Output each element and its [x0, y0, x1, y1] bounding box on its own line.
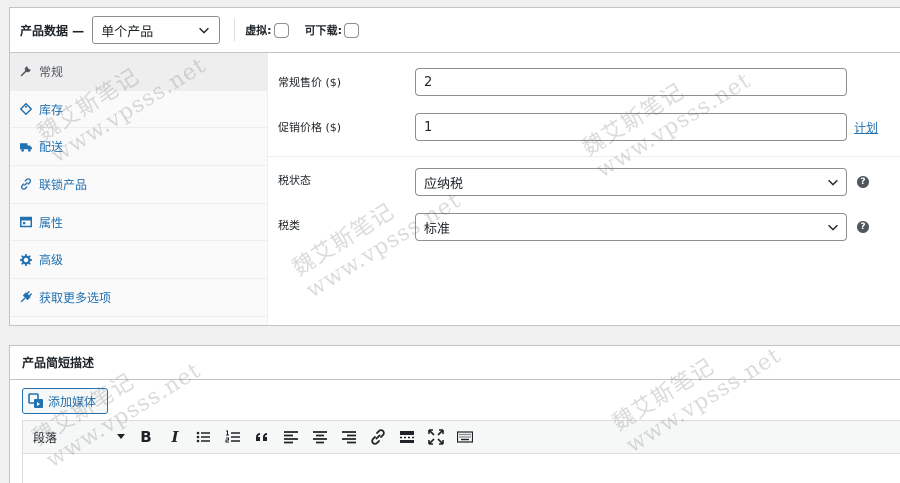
- caret-down-icon: [117, 434, 125, 439]
- link-icon: [20, 178, 32, 191]
- tab-label: 库存: [39, 102, 64, 117]
- chevron-down-icon: [199, 27, 210, 34]
- fields-divider: [268, 156, 900, 157]
- bold-button[interactable]: B: [134, 425, 158, 449]
- help-icon[interactable]: ?: [857, 221, 869, 233]
- bullet-list-icon: [196, 431, 210, 443]
- plugin-icon: [20, 291, 32, 303]
- tab-shipping[interactable]: 配送: [10, 128, 267, 167]
- tab-inventory[interactable]: 库存: [10, 91, 267, 129]
- align-center-button[interactable]: [308, 425, 332, 449]
- fullscreen-button[interactable]: [424, 425, 448, 449]
- tax-class-value: 标准: [424, 221, 451, 237]
- tab-label: 配送: [39, 140, 64, 155]
- align-right-button[interactable]: [337, 425, 361, 449]
- tax-class-select[interactable]: 标准: [415, 213, 847, 241]
- tab-label: 高级: [39, 253, 64, 268]
- tax-class-row: 税类 标准 ?: [268, 213, 900, 241]
- add-media-label: 添加媒体: [48, 394, 97, 409]
- align-right-icon: [342, 431, 356, 444]
- wrench-icon: [20, 65, 32, 77]
- tab-linked-products[interactable]: 联锁产品: [10, 166, 267, 204]
- tab-label: 属性: [39, 215, 64, 230]
- align-center-icon: [313, 431, 327, 444]
- format-select[interactable]: 段落: [29, 427, 129, 447]
- bullet-list-button[interactable]: [192, 425, 216, 449]
- regular-price-row: 常规售价 ($) 2: [268, 68, 900, 96]
- tax-class-label: 税类: [278, 219, 300, 232]
- sale-price-label: 促销价格 ($): [278, 121, 342, 134]
- truck-icon: [20, 141, 32, 153]
- tab-get-more-options[interactable]: 获取更多选项: [10, 279, 267, 317]
- tax-status-row: 税状态 应纳税 ?: [268, 168, 900, 196]
- tax-status-label: 税状态: [278, 174, 311, 187]
- keyboard-icon: [457, 431, 473, 443]
- tab-label: 获取更多选项: [39, 290, 112, 305]
- add-media-button[interactable]: 添加媒体: [22, 388, 108, 414]
- tab-general[interactable]: 常规: [10, 53, 267, 91]
- product-data-tabs: 常规 库存 配送 联锁产品 属性 高级 获取更多选项: [10, 53, 268, 325]
- sale-price-input[interactable]: 1: [415, 113, 847, 141]
- table-icon: [20, 216, 32, 228]
- italic-icon: I: [171, 428, 179, 446]
- align-left-icon: [284, 431, 298, 444]
- blockquote-button[interactable]: [250, 425, 274, 449]
- product-data-header: 产品数据 — 单个产品 虚拟: 可下载:: [10, 8, 900, 53]
- toolbar-toggle-button[interactable]: [453, 425, 477, 449]
- bold-icon: B: [140, 428, 152, 446]
- product-type-select[interactable]: 单个产品: [92, 16, 221, 44]
- read-more-icon: [400, 431, 414, 443]
- product-type-value: 单个产品: [101, 24, 154, 40]
- general-fields: 常规售价 ($) 2 促销价格 ($) 1 计划 税状态 应纳税 ? 税类 标准…: [268, 53, 900, 325]
- regular-price-label: 常规售价 ($): [278, 76, 342, 89]
- numbered-list-icon: [225, 430, 240, 443]
- chevron-down-icon: [828, 224, 838, 231]
- tab-attributes[interactable]: 属性: [10, 204, 267, 242]
- editor-toolbar: 段落 B I: [22, 420, 900, 454]
- header-divider: [234, 19, 236, 41]
- quote-icon: [256, 433, 267, 441]
- downloadable-label: 可下载:: [304, 24, 342, 37]
- sale-price-row: 促销价格 ($) 1 计划: [268, 113, 900, 141]
- product-data-body: 常规 库存 配送 联锁产品 属性 高级 获取更多选项 常规售价 ($) 2 促销…: [10, 53, 900, 325]
- fullscreen-icon: [428, 429, 444, 445]
- align-left-button[interactable]: [279, 425, 303, 449]
- short-description-editor[interactable]: [22, 454, 900, 483]
- chevron-down-icon: [828, 179, 838, 186]
- tab-advanced[interactable]: 高级: [10, 241, 267, 280]
- read-more-button[interactable]: [395, 425, 419, 449]
- schedule-link[interactable]: 计划: [854, 119, 878, 136]
- tab-label: 常规: [39, 64, 64, 79]
- help-icon[interactable]: ?: [857, 176, 869, 188]
- regular-price-input[interactable]: 2: [415, 68, 847, 96]
- format-value: 段落: [33, 430, 58, 445]
- gear-icon: [20, 253, 32, 266]
- product-data-title: 产品数据 —: [20, 23, 85, 38]
- tab-label: 联锁产品: [39, 177, 88, 192]
- short-description-title: 产品简短描述: [10, 346, 900, 380]
- numbered-list-button[interactable]: [221, 425, 245, 449]
- virtual-checkbox[interactable]: [273, 22, 289, 38]
- link-icon: [371, 429, 385, 445]
- virtual-option: 虚拟:: [245, 22, 289, 38]
- tax-status-select[interactable]: 应纳税: [415, 168, 847, 196]
- short-description-panel: 产品简短描述 添加媒体 段落 B I: [9, 345, 900, 483]
- italic-button[interactable]: I: [163, 425, 187, 449]
- virtual-label: 虚拟:: [245, 24, 272, 37]
- tax-status-value: 应纳税: [424, 176, 464, 192]
- downloadable-checkbox[interactable]: [344, 22, 359, 38]
- insert-link-button[interactable]: [366, 425, 390, 449]
- media-icon: [28, 393, 43, 408]
- downloadable-option: 可下载:: [305, 22, 359, 38]
- tag-icon: [20, 103, 32, 116]
- product-data-panel: 产品数据 — 单个产品 虚拟: 可下载: 常规 库存 配送 联锁产品 属性 高级…: [9, 7, 900, 326]
